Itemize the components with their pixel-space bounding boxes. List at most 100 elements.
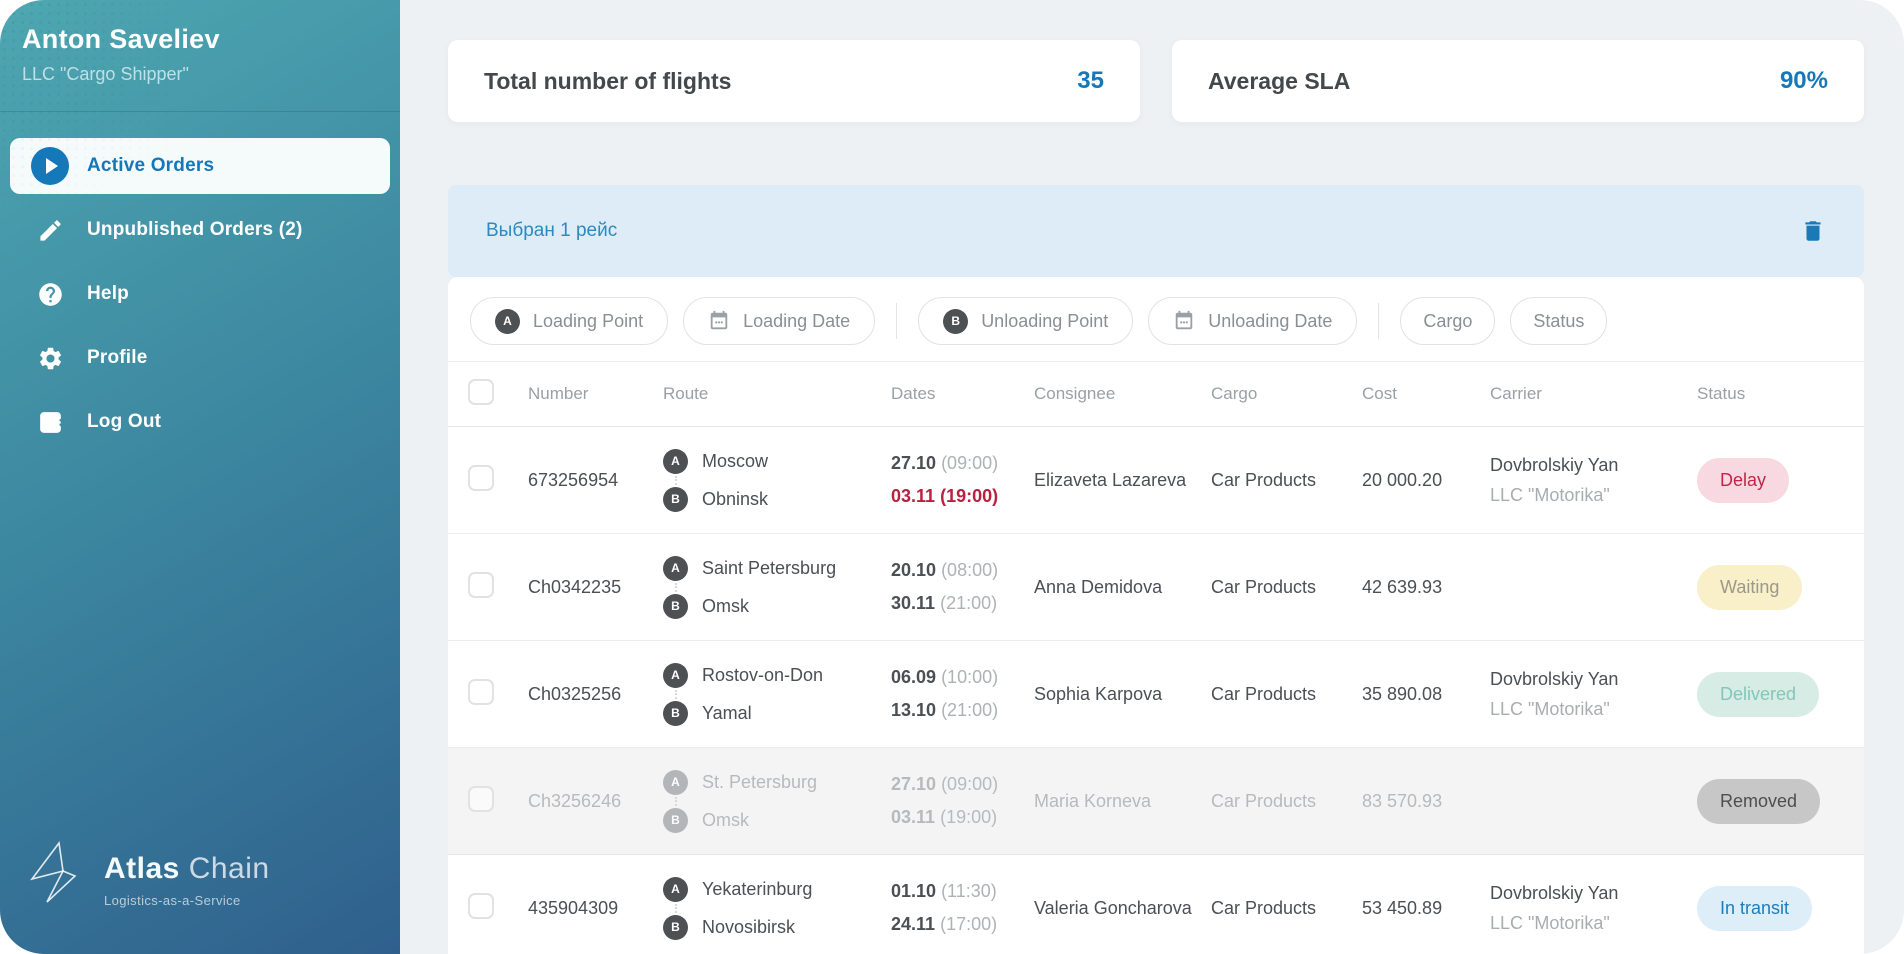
route-cell: A Moscow B Obninsk: [663, 448, 891, 512]
unloading-time: (21:00): [940, 593, 998, 613]
table-row[interactable]: Ch3256246 A St. Petersburg B Omsk 27.10 (0…: [448, 748, 1864, 855]
stat-value: 35: [1077, 67, 1104, 94]
loading-date: 27.10: [891, 453, 937, 473]
logout-icon: [31, 409, 69, 436]
dates-cell: 27.10 (09:00) 03.11 (19:00): [891, 774, 1034, 828]
stat-label: Average SLA: [1208, 67, 1351, 94]
route-to: Omsk: [702, 595, 749, 616]
column-header-number: Number: [528, 384, 589, 403]
route-from: Moscow: [702, 450, 769, 471]
route-connector: [675, 475, 677, 485]
row-checkbox[interactable]: [468, 892, 494, 919]
pencil-icon: [31, 217, 69, 244]
cargo: Car Products: [1211, 683, 1317, 704]
unloading-date: 13.10: [891, 700, 937, 720]
sidebar-nav: Active Orders Unpublished Orders (2) Hel…: [0, 138, 400, 450]
cargo: Car Products: [1211, 576, 1317, 597]
delete-selected-button[interactable]: [1800, 218, 1826, 244]
row-checkbox[interactable]: [468, 678, 494, 705]
filter-cargo[interactable]: Cargo: [1400, 297, 1496, 345]
status-badge: Removed: [1697, 778, 1821, 824]
main-content: Total number of flights 35 Average SLA 9…: [400, 0, 1904, 954]
filter-label: Loading Date: [743, 310, 851, 331]
carrier-name: Dovbrolskiy Yan: [1490, 668, 1619, 689]
route-connector: [675, 689, 677, 699]
unloading-date: 03.11: [891, 486, 936, 506]
sidebar-item-help[interactable]: Help: [10, 266, 390, 322]
selection-bar: Выбран 1 рейс: [448, 185, 1864, 277]
sidebar-item-profile[interactable]: Profile: [10, 330, 390, 386]
status-badge: Waiting: [1697, 564, 1803, 610]
loading-date: 27.10: [891, 774, 937, 794]
point-a-badge: A: [663, 662, 688, 688]
status-badge: In transit: [1697, 885, 1813, 931]
route-from: St. Petersburg: [702, 771, 818, 792]
row-checkbox[interactable]: [468, 464, 494, 491]
unloading-date: 24.11: [891, 914, 936, 934]
point-b-badge: B: [663, 914, 688, 940]
row-checkbox[interactable]: [468, 571, 494, 598]
order-number: 435904309: [528, 897, 619, 918]
loading-date: 20.10: [891, 560, 937, 580]
dates-cell: 20.10 (08:00) 30.11 (21:00): [891, 560, 1034, 614]
unloading-date: 30.11: [891, 593, 936, 613]
cost: 83 570.93: [1362, 790, 1443, 811]
trash-icon: [1805, 221, 1821, 241]
filter-loading-point[interactable]: A Loading Point: [470, 297, 669, 345]
select-all-checkbox[interactable]: [468, 378, 494, 405]
consignee: Anna Demidova: [1034, 576, 1163, 597]
filter-unloading-point[interactable]: B Unloading Point: [918, 297, 1134, 345]
stat-card-average-sla: Average SLA 90%: [1172, 40, 1864, 122]
route-cell: A St. Petersburg B Omsk: [663, 769, 891, 833]
filter-loading-date[interactable]: Loading Date: [683, 297, 876, 345]
column-header-consignee: Consignee: [1034, 384, 1116, 403]
cost: 42 639.93: [1362, 576, 1443, 597]
consignee: Valeria Goncharova: [1034, 897, 1192, 918]
row-checkbox[interactable]: [468, 785, 494, 812]
column-header-dates: Dates: [891, 384, 936, 403]
sidebar-item-label: Unpublished Orders (2): [87, 219, 303, 240]
filter-unloading-date[interactable]: Unloading Date: [1148, 297, 1358, 345]
filter-status[interactable]: Status: [1510, 297, 1608, 345]
play-icon: [31, 147, 69, 185]
loading-time: (10:00): [941, 667, 999, 687]
user-name: Anton Saveliev: [22, 24, 220, 54]
brand-name-secondary: Chain: [188, 852, 270, 885]
app-window: Anton Saveliev LLC "Cargo Shipper" Activ…: [0, 0, 1904, 954]
sidebar-item-label: Log Out: [87, 411, 162, 432]
carrier-company: LLC "Motorika": [1490, 912, 1610, 933]
table-row[interactable]: 673256954 A Moscow B Obninsk 27.10 (09:00)…: [448, 427, 1864, 534]
route-connector: [675, 796, 677, 806]
brand-name-primary: Atlas: [104, 852, 180, 885]
dates-cell: 06.09 (10:00) 13.10 (21:00): [891, 667, 1034, 721]
sidebar-item-log-out[interactable]: Log Out: [10, 394, 390, 450]
sidebar-item-label: Help: [87, 283, 129, 304]
carrier-cell: Dovbrolskiy Yan LLC "Motorika": [1490, 883, 1697, 934]
column-header-route: Route: [663, 384, 709, 403]
table-row[interactable]: 435904309 A Yekaterinburg B Novosibirsk 01…: [448, 855, 1864, 954]
sidebar-item-active-orders[interactable]: Active Orders: [10, 138, 390, 194]
order-number: Ch3256246: [528, 790, 622, 811]
table-row[interactable]: Ch0325256 A Rostov-on-Don B Yamal 06.09 (1…: [448, 641, 1864, 748]
route-from: Saint Petersburg: [702, 557, 837, 578]
route-to: Yamal: [702, 702, 752, 723]
point-a-icon: A: [495, 308, 520, 334]
brand-logo: Atlas Chain Logistics-as-a-Service: [26, 838, 270, 908]
unloading-time: (19:00): [940, 807, 998, 827]
point-a-badge: A: [663, 876, 688, 902]
cargo: Car Products: [1211, 897, 1317, 918]
carrier-cell: [1490, 797, 1697, 806]
order-number: Ch0342235: [528, 576, 622, 597]
cost: 53 450.89: [1362, 897, 1443, 918]
unloading-time: (17:00): [940, 914, 998, 934]
calendar-icon: [1176, 310, 1193, 330]
sidebar-item-unpublished-orders[interactable]: Unpublished Orders (2): [10, 202, 390, 258]
dates-cell: 01.10 (11:30) 24.11 (17:00): [891, 881, 1034, 935]
cost: 35 890.08: [1362, 683, 1443, 704]
table-row[interactable]: Ch0342235 A Saint Petersburg B Omsk 20.10 …: [448, 534, 1864, 641]
consignee: Sophia Karpova: [1034, 683, 1163, 704]
calendar-icon: [710, 310, 728, 330]
filter-label: Unloading Date: [1208, 310, 1333, 331]
sidebar: Anton Saveliev LLC "Cargo Shipper" Activ…: [0, 0, 400, 954]
point-b-badge: B: [663, 486, 688, 512]
